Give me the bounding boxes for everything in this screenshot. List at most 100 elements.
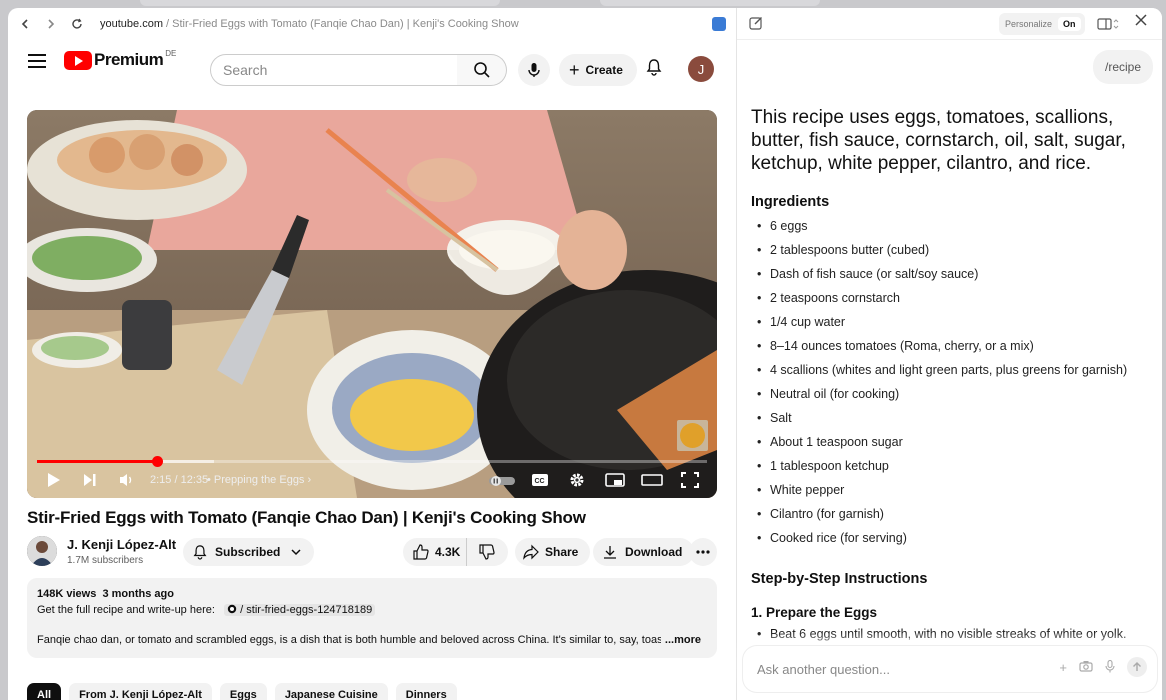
like-count: 4.3K [435, 545, 461, 559]
chevron-down-icon [291, 549, 301, 556]
chip-from-channel[interactable]: From J. Kenji López-Alt [69, 683, 212, 700]
sidebar-layout-icon[interactable] [1097, 17, 1119, 35]
subscriber-count: 1.7M subscribers [67, 555, 144, 566]
like-button[interactable]: 4.3K [403, 538, 467, 566]
theater-mode-icon[interactable] [641, 472, 663, 491]
search-button[interactable] [457, 54, 507, 86]
list-item: White pepper [751, 482, 1156, 506]
channel-name[interactable]: J. Kenji López-Alt [67, 537, 176, 552]
step-1-title: 1. Prepare the Eggs [751, 605, 878, 620]
create-button[interactable]: + Create [559, 54, 637, 86]
personalize-state: On [1058, 17, 1081, 31]
ask-question-input[interactable]: Ask another question... + [743, 646, 1157, 692]
bell-icon [193, 545, 207, 560]
share-label: Share [545, 545, 579, 559]
ingredients-heading: Ingredients [751, 194, 830, 210]
upload-age: 3 months ago [102, 588, 174, 600]
extension-icon[interactable] [712, 17, 726, 31]
next-video-icon[interactable] [83, 472, 97, 491]
chip-dinners[interactable]: Dinners [395, 683, 457, 700]
ask-placeholder: Ask another question... [757, 661, 890, 677]
add-plus-icon[interactable]: + [1059, 660, 1067, 677]
recipe-link-text: / stir-fried-eggs-124718189 [240, 604, 373, 616]
close-panel-icon[interactable] [1135, 13, 1147, 31]
video-frame [27, 110, 717, 498]
address-bar: youtube.com / Stir-Fried Eggs with Tomat… [8, 8, 736, 40]
send-arrow-icon[interactable] [1127, 657, 1147, 677]
link-globe-icon [227, 604, 237, 614]
browser-tab-strip [0, 0, 1166, 8]
create-label: Create [585, 63, 623, 77]
assistant-header: Personalize On [737, 8, 1162, 40]
description-text: Fanqie chao dan, or tomato and scrambled… [37, 634, 678, 646]
recipe-link[interactable]: / stir-fried-eggs-124718189 [224, 604, 376, 616]
download-button[interactable]: Download [593, 538, 695, 566]
search-input[interactable]: Search [210, 54, 458, 86]
logo-country-code: DE [165, 48, 177, 58]
reload-icon[interactable] [64, 11, 90, 37]
more-actions-button[interactable] [689, 538, 717, 566]
related-filter-chips: All From J. Kenji López-Alt Eggs Japanes… [27, 683, 457, 700]
notifications-bell-icon[interactable] [646, 58, 662, 81]
chip-japanese-cuisine[interactable]: Japanese Cuisine [274, 683, 388, 700]
autoplay-toggle[interactable] [489, 475, 515, 490]
description-prefix: Get the full recipe and write-up here: [37, 604, 215, 616]
like-dislike-group: 4.3K [403, 538, 508, 566]
forward-arrow-icon[interactable] [38, 11, 64, 37]
browser-window: youtube.com / Stir-Fried Eggs with Tomat… [8, 8, 1162, 700]
list-item: Cilantro (for garnish) [751, 506, 1156, 530]
list-item: Salt [751, 410, 1156, 434]
miniplayer-icon[interactable] [605, 472, 625, 491]
menu-icon[interactable] [28, 54, 46, 68]
fullscreen-icon[interactable] [681, 472, 699, 491]
list-item: 8–14 ounces tomatoes (Roma, cherry, or a… [751, 338, 1156, 362]
subscribed-button[interactable]: Subscribed [183, 538, 315, 566]
dislike-button[interactable] [467, 538, 507, 566]
chapter-title[interactable]: • Prepping the Eggs › [207, 474, 311, 486]
voice-search-button[interactable] [518, 54, 550, 86]
list-item: About 1 teaspoon sugar [751, 434, 1156, 458]
search-icon [473, 62, 490, 78]
step-1-item: Beat 6 eggs until smooth, with no visibl… [751, 627, 1156, 641]
list-item: 2 teaspoons cornstarch [751, 290, 1156, 314]
play-icon[interactable] [47, 472, 61, 491]
url-path: / Stir-Fried Eggs with Tomato (Fanqie Ch… [162, 18, 519, 30]
download-icon [604, 546, 616, 559]
end-screen-thumbnail[interactable] [677, 420, 708, 451]
list-item: 4 scallions (whites and light green part… [751, 362, 1156, 386]
personalize-toggle[interactable]: Personalize On [999, 13, 1085, 35]
video-player[interactable]: 2:15 / 12:35 • Prepping the Eggs › CC [27, 110, 717, 498]
settings-gear-icon[interactable] [569, 472, 585, 491]
logo-brand-text: Premium [94, 50, 164, 69]
list-item: Cooked rice (for serving) [751, 530, 1156, 554]
description-box[interactable]: 148K views 3 months ago Get the full rec… [27, 578, 717, 658]
plus-icon: + [569, 59, 580, 80]
captions-icon[interactable]: CC [531, 472, 549, 491]
subscribed-label: Subscribed [215, 545, 281, 559]
url-text[interactable]: youtube.com / Stir-Fried Eggs with Tomat… [100, 18, 519, 30]
share-button[interactable]: Share [515, 538, 591, 566]
microphone-icon[interactable] [1105, 659, 1115, 677]
list-item: 6 eggs [751, 218, 1156, 242]
back-arrow-icon[interactable] [12, 11, 38, 37]
chip-all[interactable]: All [27, 683, 62, 700]
chip-eggs[interactable]: Eggs [219, 683, 267, 700]
youtube-logo[interactable]: Premium DE [64, 48, 177, 70]
camera-icon[interactable] [1079, 660, 1093, 677]
view-count: 148K views [37, 588, 97, 600]
share-arrow-icon [523, 544, 539, 560]
ingredients-list: 6 eggs 2 tablespoons butter (cubed) Dash… [751, 218, 1156, 554]
youtube-header: Premium DE Search + Create J [8, 40, 736, 96]
player-controls: 2:15 / 12:35 • Prepping the Eggs › CC [27, 466, 717, 496]
show-more-link[interactable]: ...more [660, 634, 701, 646]
account-avatar[interactable]: J [688, 56, 714, 82]
volume-icon[interactable] [119, 472, 135, 491]
channel-avatar[interactable] [27, 536, 57, 566]
answer-summary: This recipe uses eggs, tomatoes, scallio… [751, 107, 1126, 174]
microphone-icon [528, 63, 540, 77]
description-recipe-line: Get the full recipe and write-up here: /… [37, 604, 376, 616]
list-item: Neutral oil (for cooking) [751, 386, 1156, 410]
new-chat-edit-icon[interactable] [749, 16, 763, 35]
progress-bar[interactable] [37, 456, 707, 467]
list-item: 1 tablespoon ketchup [751, 458, 1156, 482]
